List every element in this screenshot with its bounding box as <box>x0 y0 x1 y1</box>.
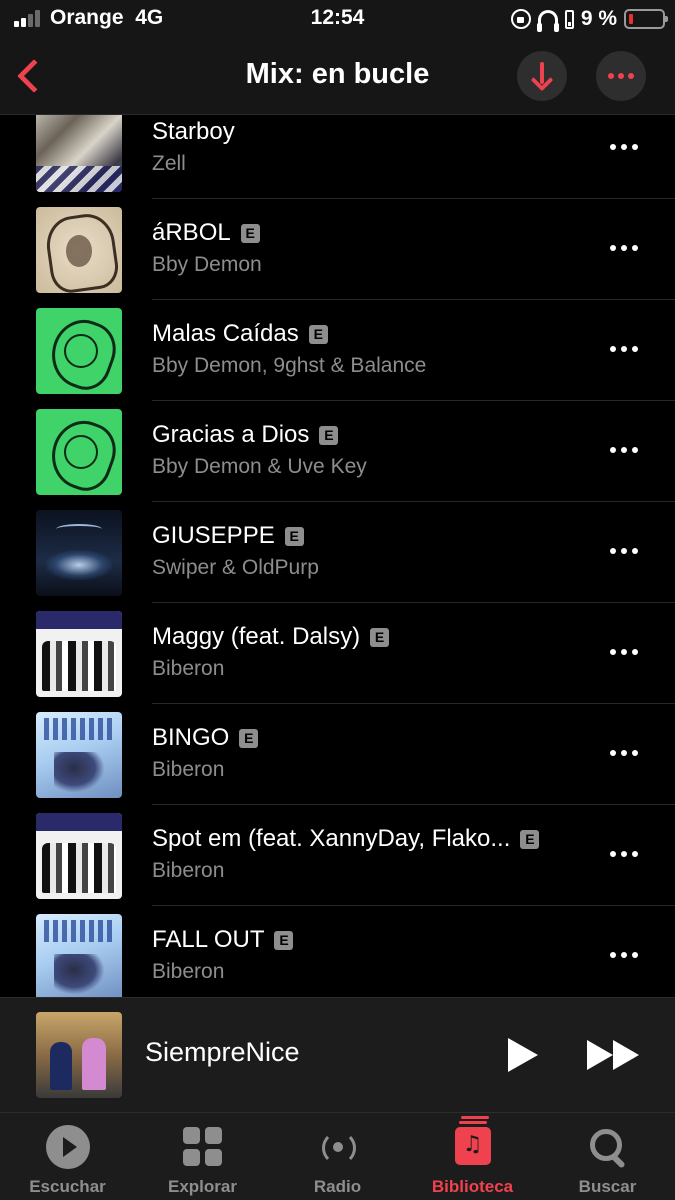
track-title-text: áRBOL <box>152 219 231 246</box>
ellipsis-icon[interactable] <box>610 750 638 758</box>
more-options-button[interactable] <box>596 51 646 101</box>
album-artwork <box>36 914 122 997</box>
track-title-text: Gracias a Dios <box>152 421 310 448</box>
track-row[interactable]: Malas Caídas E Bby Demon, 9ghst & Balance <box>0 300 675 401</box>
grid-icon <box>181 1125 225 1169</box>
track-title-text: Maggy (feat. Dalsy) <box>152 623 361 650</box>
track-title: Spot em (feat. XannyDay, Flako... E <box>152 825 540 853</box>
track-title: Maggy (feat. Dalsy) E <box>152 623 390 651</box>
tab-label: Buscar <box>578 1177 637 1196</box>
mini-player[interactable]: SiempreNice <box>0 997 675 1112</box>
album-artwork <box>36 611 122 697</box>
track-row[interactable]: Spot em (feat. XannyDay, Flako... E Bibero… <box>0 805 675 906</box>
track-title: FALL OUT E <box>152 926 294 954</box>
tab-label: Biblioteca <box>431 1177 514 1196</box>
tab-explorar[interactable]: Explorar <box>135 1113 270 1200</box>
tab-buscar[interactable]: Buscar <box>540 1113 675 1200</box>
explicit-badge: E <box>520 829 540 849</box>
track-artist: Bby Demon & Uve Key <box>152 455 367 478</box>
explicit-badge: E <box>274 930 294 950</box>
ellipsis-icon[interactable] <box>610 851 638 859</box>
track-artist: Biberon <box>152 859 225 882</box>
track-row[interactable]: GIUSEPPE E Swiper & OldPurp <box>0 502 675 603</box>
explicit-badge: E <box>319 425 339 445</box>
track-row[interactable]: áRBOL E Bby Demon <box>0 199 675 300</box>
track-artist: Biberon <box>152 657 225 680</box>
track-artist: Biberon <box>152 960 225 983</box>
track-title-text: Starboy <box>152 118 235 145</box>
track-row[interactable]: Gracias a Dios E Bby Demon & Uve Key <box>0 401 675 502</box>
track-artist: Zell <box>152 152 186 175</box>
ellipsis-icon[interactable] <box>610 447 638 455</box>
album-artwork <box>36 712 122 798</box>
headphones-icon <box>536 10 559 32</box>
library-icon <box>454 1121 491 1165</box>
page-title: Mix: en bucle <box>245 58 430 90</box>
track-row[interactable]: FALL OUT E Biberon <box>0 906 675 997</box>
explicit-badge: E <box>308 324 328 344</box>
status-right: 9 % <box>510 6 668 32</box>
tab-bar: Escuchar Explorar Radio Biblioteca Busca… <box>0 1112 675 1200</box>
album-artwork <box>36 308 122 394</box>
tab-label: Radio <box>313 1177 362 1196</box>
track-title: BINGO E <box>152 724 259 752</box>
track-title: GIUSEPPE E <box>152 522 304 550</box>
ellipsis-icon <box>608 73 634 79</box>
tab-label: Explorar <box>168 1177 237 1196</box>
album-artwork <box>36 813 122 899</box>
now-playing-title: SiempreNice <box>145 1037 300 1067</box>
track-row[interactable]: BINGO E Biberon <box>0 704 675 805</box>
ellipsis-icon[interactable] <box>610 952 638 960</box>
tab-radio[interactable]: Radio <box>270 1113 405 1200</box>
tab-label: Escuchar <box>29 1177 106 1196</box>
ellipsis-icon[interactable] <box>610 548 638 556</box>
track-title: Gracias a Dios E <box>152 421 339 449</box>
nav-header: Mix: en bucle <box>0 38 675 115</box>
track-row[interactable]: Starboy Zell <box>0 115 675 199</box>
battery-percent: 9 % <box>580 7 617 30</box>
explicit-badge: E <box>240 223 260 243</box>
play-circle-icon <box>45 1125 90 1169</box>
fast-forward-icon[interactable] <box>585 1040 641 1070</box>
now-playing-artwork <box>36 1012 122 1098</box>
track-title: áRBOL E <box>152 219 260 247</box>
track-title-text: BINGO <box>152 724 230 751</box>
download-button[interactable] <box>517 51 567 101</box>
battery-small-icon <box>564 9 574 29</box>
search-icon <box>586 1125 630 1169</box>
ellipsis-icon[interactable] <box>610 144 638 152</box>
battery-icon <box>624 9 668 29</box>
radio-icon <box>316 1125 360 1169</box>
track-title-text: FALL OUT <box>152 926 265 953</box>
explicit-badge: E <box>284 526 304 546</box>
album-artwork <box>36 510 122 596</box>
track-title-text: Malas Caídas <box>152 320 299 347</box>
status-bar: Orange 4G 12:54 9 % <box>0 0 675 38</box>
track-title-text: GIUSEPPE <box>152 522 275 549</box>
album-artwork <box>36 115 122 192</box>
orientation-lock-icon <box>510 9 531 29</box>
download-arrow-icon <box>531 62 553 90</box>
track-title-text: Spot em (feat. XannyDay, Flako... <box>152 825 511 852</box>
explicit-badge: E <box>239 728 259 748</box>
ellipsis-icon[interactable] <box>610 346 638 354</box>
track-artist: Swiper & OldPurp <box>152 556 319 579</box>
play-icon[interactable] <box>506 1038 538 1072</box>
track-artist: Bby Demon, 9ghst & Balance <box>152 354 427 377</box>
track-list: Starboy Zell áRBOL E Bby Demon Malas Caídas E B… <box>0 115 675 997</box>
explicit-badge: E <box>370 627 390 647</box>
track-artist: Bby Demon <box>152 253 262 276</box>
track-title: Malas Caídas E <box>152 320 328 348</box>
track-artist: Biberon <box>152 758 225 781</box>
track-title: Starboy <box>152 118 235 146</box>
ellipsis-icon[interactable] <box>610 245 638 253</box>
track-row[interactable]: Maggy (feat. Dalsy) E Biberon <box>0 603 675 704</box>
tab-biblioteca[interactable]: Biblioteca <box>405 1113 540 1200</box>
album-artwork <box>36 409 122 495</box>
album-artwork <box>36 207 122 293</box>
ellipsis-icon[interactable] <box>610 649 638 657</box>
tab-escuchar[interactable]: Escuchar <box>0 1113 135 1200</box>
